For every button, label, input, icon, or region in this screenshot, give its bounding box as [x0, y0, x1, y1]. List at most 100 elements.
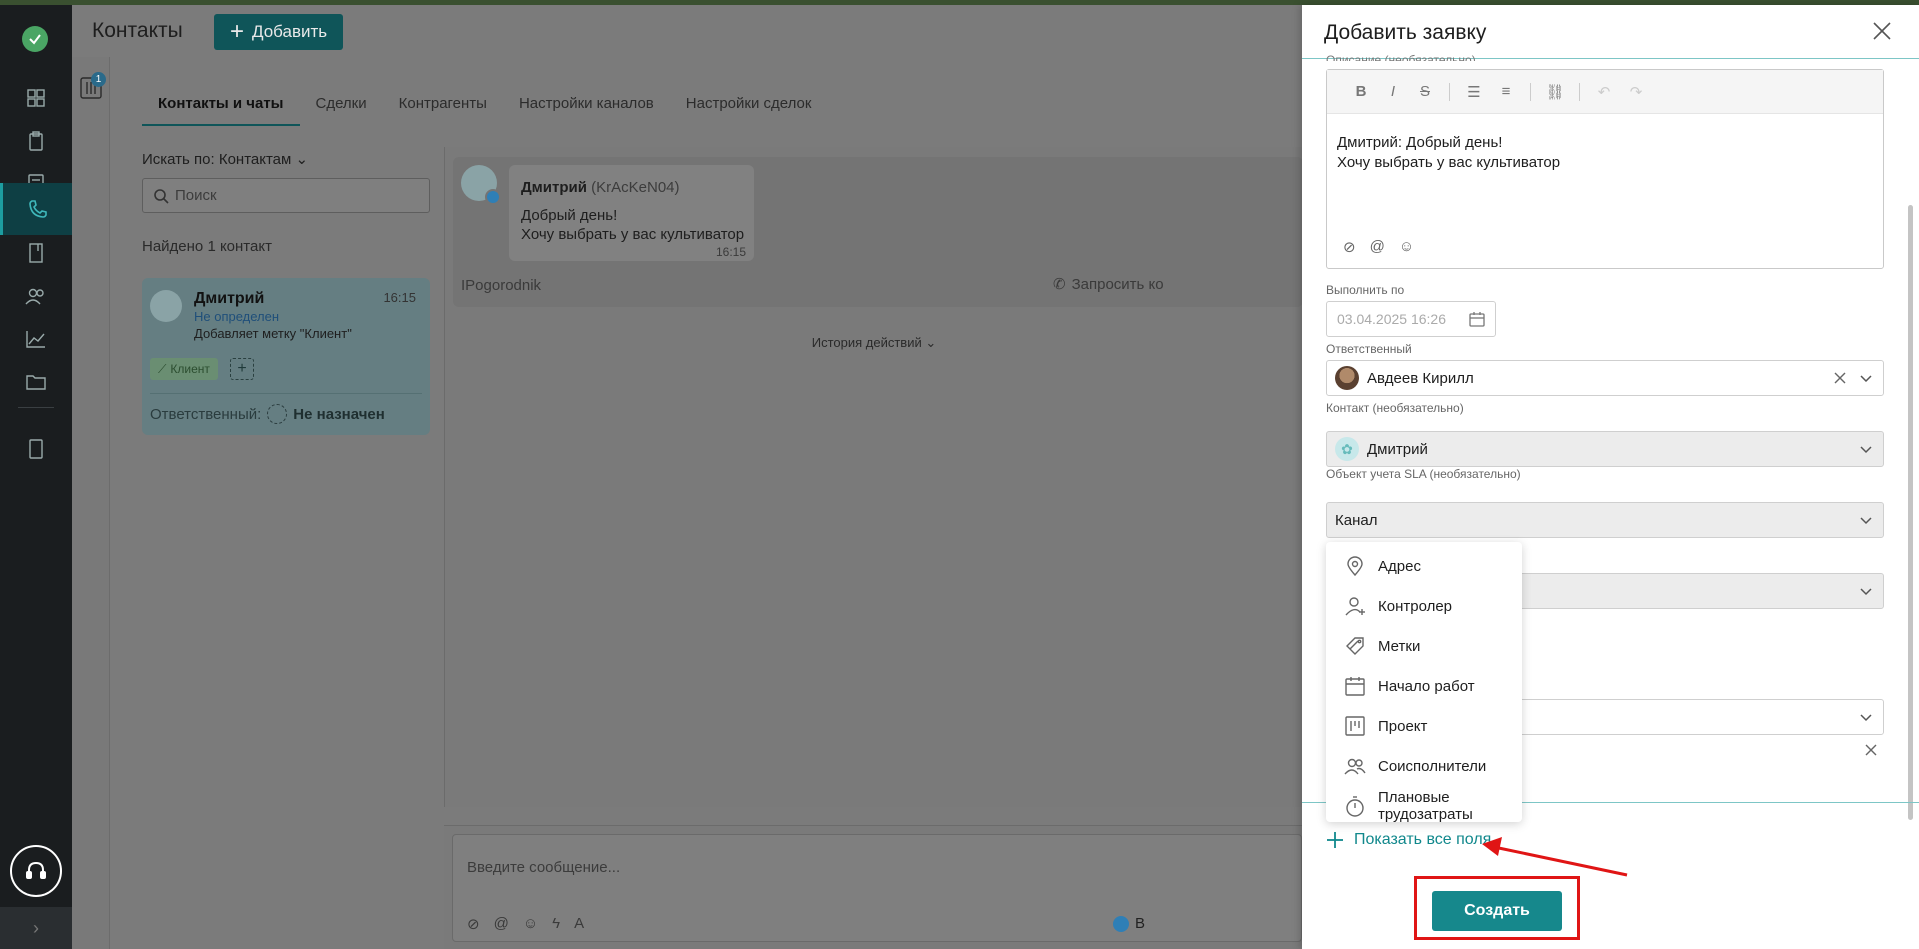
- dropdown-item-address[interactable]: Адрес: [1326, 546, 1522, 586]
- search-input[interactable]: Поиск: [142, 178, 430, 213]
- sla-label: Объект учета SLA (необязательно): [1326, 467, 1521, 481]
- dropdown-item-tags[interactable]: Метки: [1326, 626, 1522, 666]
- scrollbar[interactable]: [1908, 205, 1913, 820]
- tab-contacts-chats[interactable]: Контакты и чаты: [142, 95, 300, 126]
- emoji-icon[interactable]: ☺: [1399, 238, 1414, 256]
- dropdown-item-coexecutors[interactable]: Соисполнители: [1326, 746, 1522, 786]
- stopwatch-icon: [1346, 796, 1364, 817]
- send-channel[interactable]: В: [1113, 915, 1145, 932]
- message-line: Добрый день!: [521, 207, 618, 224]
- chevron-down-icon[interactable]: [1859, 513, 1873, 527]
- tab-channel-settings[interactable]: Настройки каналов: [503, 95, 670, 126]
- bullet-list-icon[interactable]: ☰: [1458, 83, 1490, 101]
- search-by-label: Искать по: Контактам: [142, 151, 292, 168]
- composer-tools: ⊘ @ ☺ ϟ A: [467, 915, 584, 933]
- text-format-icon[interactable]: A: [574, 915, 584, 933]
- chevron-down-icon[interactable]: [1859, 442, 1873, 456]
- close-icon[interactable]: [1870, 19, 1894, 43]
- add-button[interactable]: + Добавить: [214, 14, 344, 50]
- project-board-icon: [1345, 716, 1365, 736]
- support-headset-icon[interactable]: [10, 845, 62, 897]
- remove-field-icon[interactable]: [1864, 743, 1878, 757]
- search-by-select[interactable]: Искать по: Контактам ⌄: [142, 150, 308, 168]
- redo-icon[interactable]: ↷: [1620, 83, 1652, 101]
- paperclip-icon[interactable]: ⊘: [1343, 238, 1356, 256]
- tab-deal-settings[interactable]: Настройки сделок: [670, 95, 828, 126]
- user-add-icon: [1345, 597, 1365, 616]
- page-title: Контакты: [92, 19, 183, 42]
- responsible-select[interactable]: Авдеев Кирилл: [1326, 360, 1884, 396]
- request-contact-button[interactable]: ✆ Запросить ко: [1053, 275, 1164, 294]
- dropdown-item-planned-effort[interactable]: Плановые трудозатраты: [1326, 786, 1522, 826]
- chevron-down-icon: ⌄: [295, 151, 309, 168]
- dropdown-item-project[interactable]: Проект: [1326, 706, 1522, 746]
- show-all-fields-button[interactable]: Показать все поля: [1326, 831, 1491, 849]
- sla-value: Канал: [1335, 511, 1378, 529]
- chat-message-block: Дмитрий (KrAcKeN04) Добрый день! Хочу вы…: [453, 157, 1303, 307]
- responsible-value[interactable]: Не назначен: [293, 406, 385, 423]
- contact-label: Контакт (необязательно): [1326, 401, 1464, 415]
- left-nav: ›: [0, 5, 72, 949]
- link-icon[interactable]: ⛓: [1539, 83, 1571, 101]
- app-logo-check-icon[interactable]: [22, 26, 48, 52]
- nav-separator: [18, 407, 54, 408]
- telegram-icon: [485, 189, 501, 205]
- tag-badge[interactable]: ⟋ Клиент: [150, 358, 218, 380]
- tablet-icon[interactable]: [0, 423, 72, 475]
- toolbar-separator: [1579, 82, 1580, 101]
- contact-responsible: Ответственный: Не назначен: [150, 404, 385, 424]
- contact-card[interactable]: Дмитрий 16:15 Не определен Добавляет мет…: [142, 278, 430, 435]
- found-count: Найдено 1 контакт: [142, 238, 272, 255]
- dropdown-item-controller[interactable]: Контролер: [1326, 586, 1522, 626]
- lightning-icon[interactable]: ϟ: [552, 915, 560, 933]
- sla-select[interactable]: Канал: [1326, 502, 1884, 538]
- numbered-list-icon[interactable]: ≡: [1490, 83, 1522, 100]
- folder-icon[interactable]: [0, 356, 72, 408]
- calendar-icon: [1345, 677, 1365, 696]
- message-bubble: Дмитрий (KrAcKeN04) Добрый день! Хочу вы…: [509, 165, 754, 261]
- avatar: [1335, 366, 1359, 390]
- empty-avatar-icon: [267, 404, 288, 424]
- chevron-down-icon[interactable]: [1859, 710, 1873, 724]
- description-editor[interactable]: B I S ☰ ≡ ⛓ ↶ ↷ Дмитрий: Добрый день! Хо…: [1326, 69, 1884, 269]
- responsible-label: Ответственный: [1326, 342, 1412, 356]
- dropdown-item-start-date[interactable]: Начало работ: [1326, 666, 1522, 706]
- search-icon: [154, 188, 169, 204]
- due-label: Выполнить по: [1326, 283, 1405, 297]
- avatar: [150, 290, 182, 322]
- field-dropdown: Адрес Контролер Метки Начало работ Проек…: [1326, 542, 1522, 823]
- history-toggle[interactable]: История действий ⌄: [445, 335, 1303, 351]
- toolbar-separator: [1530, 82, 1531, 101]
- contact-name: Дмитрий: [194, 290, 265, 307]
- composer: Введите сообщение... ⊘ @ ☺ ϟ A В: [444, 825, 1302, 949]
- strikethrough-icon[interactable]: S: [1409, 83, 1441, 100]
- tab-counterparties[interactable]: Контрагенты: [383, 95, 503, 126]
- editor-line: Дмитрий: Добрый день!: [1337, 134, 1503, 151]
- due-date-input[interactable]: 03.04.2025 16:26: [1326, 301, 1496, 337]
- filter-strip: 1: [72, 57, 110, 949]
- mention-icon[interactable]: @: [494, 915, 509, 933]
- calendar-icon[interactable]: [1469, 311, 1485, 327]
- chevron-down-icon[interactable]: [1859, 371, 1873, 385]
- emoji-icon[interactable]: ☺: [523, 915, 538, 933]
- clear-icon[interactable]: [1833, 371, 1847, 385]
- mention-icon[interactable]: @: [1370, 238, 1385, 256]
- location-icon: [1347, 556, 1363, 577]
- add-tag-button[interactable]: +: [230, 358, 254, 380]
- contact-description: Добавляет метку "Клиент": [194, 326, 352, 341]
- contact-select[interactable]: ✿ Дмитрий: [1326, 431, 1884, 467]
- undo-icon[interactable]: ↶: [1588, 83, 1620, 101]
- panel-title: Добавить заявку: [1324, 21, 1487, 44]
- tab-deals[interactable]: Сделки: [300, 95, 383, 126]
- chevron-down-icon[interactable]: [1859, 584, 1873, 598]
- divider: [150, 393, 422, 394]
- contact-time: 16:15: [383, 290, 416, 305]
- toolbar-separator: [1449, 82, 1450, 101]
- bold-icon[interactable]: B: [1345, 83, 1377, 100]
- create-button[interactable]: Создать: [1432, 891, 1562, 931]
- paperclip-icon[interactable]: ⊘: [467, 915, 480, 933]
- italic-icon[interactable]: I: [1377, 83, 1409, 100]
- nav-expand-chevron-icon[interactable]: ›: [0, 907, 72, 949]
- message-input[interactable]: Введите сообщение... ⊘ @ ☺ ϟ A В: [452, 834, 1302, 942]
- tag-label: Клиент: [170, 362, 210, 376]
